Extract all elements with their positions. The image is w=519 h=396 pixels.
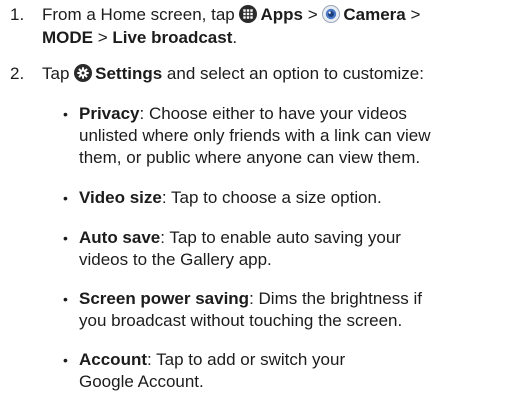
option-description: : Tap to choose a size option.: [161, 188, 382, 207]
settings-gear-icon: [74, 64, 93, 82]
option-description: : Dims the brightness if: [249, 289, 422, 308]
option-term: Screen power saving: [79, 289, 250, 308]
bullet: •: [63, 291, 68, 307]
option-term: Privacy: [79, 104, 140, 123]
bullet: •: [63, 230, 68, 246]
step-text: Tap Settings and select an option to cus…: [42, 62, 515, 85]
option-description: them, or public where anyone can view th…: [79, 148, 421, 167]
option-term: Auto save: [79, 228, 161, 247]
period: .: [232, 28, 238, 47]
live-broadcast-label: Live broadcast: [112, 28, 233, 47]
option-term: Account: [79, 350, 147, 369]
option-text: Account: Tap to add or switch your Googl…: [79, 349, 515, 393]
option-description: you broadcast without touching the scree…: [79, 311, 403, 330]
apps-grid-icon: [239, 5, 258, 23]
option-text: Privacy: Choose either to have your vide…: [79, 103, 515, 169]
step-text-part: and select an option to customize:: [162, 64, 424, 83]
separator: >: [93, 28, 113, 47]
option-description: : Tap to add or switch your: [147, 350, 346, 369]
option-description: unlisted where only friends with a link …: [79, 126, 431, 145]
settings-label: Settings: [95, 64, 163, 83]
camera-label: Camera: [343, 5, 406, 24]
step-text-part: Tap: [42, 64, 75, 83]
bullet: •: [63, 352, 68, 368]
step-text: From a Home screen, tap Apps > Camera > …: [42, 3, 515, 49]
step-text-part: From a Home screen, tap: [42, 5, 240, 24]
separator: >: [405, 5, 421, 24]
separator: >: [302, 5, 323, 24]
step-number: 1.: [10, 5, 25, 24]
option-description: Google Account.: [79, 372, 204, 391]
option-description: : Choose either to have your videos: [139, 104, 407, 123]
option-term: Video size: [79, 188, 162, 207]
apps-label: Apps: [260, 5, 303, 24]
camera-icon: [322, 5, 341, 23]
bullet: •: [63, 190, 68, 206]
option-description: : Tap to enable auto saving your: [160, 228, 401, 247]
bullet: •: [63, 106, 68, 122]
step-number: 2.: [10, 64, 25, 83]
mode-label: MODE: [42, 28, 93, 47]
option-text: Video size: Tap to choose a size option.: [79, 187, 515, 209]
option-text: Screen power saving: Dims the brightness…: [79, 288, 515, 332]
option-text: Auto save: Tap to enable auto saving you…: [79, 227, 515, 271]
option-description: videos to the Gallery app.: [79, 250, 272, 269]
